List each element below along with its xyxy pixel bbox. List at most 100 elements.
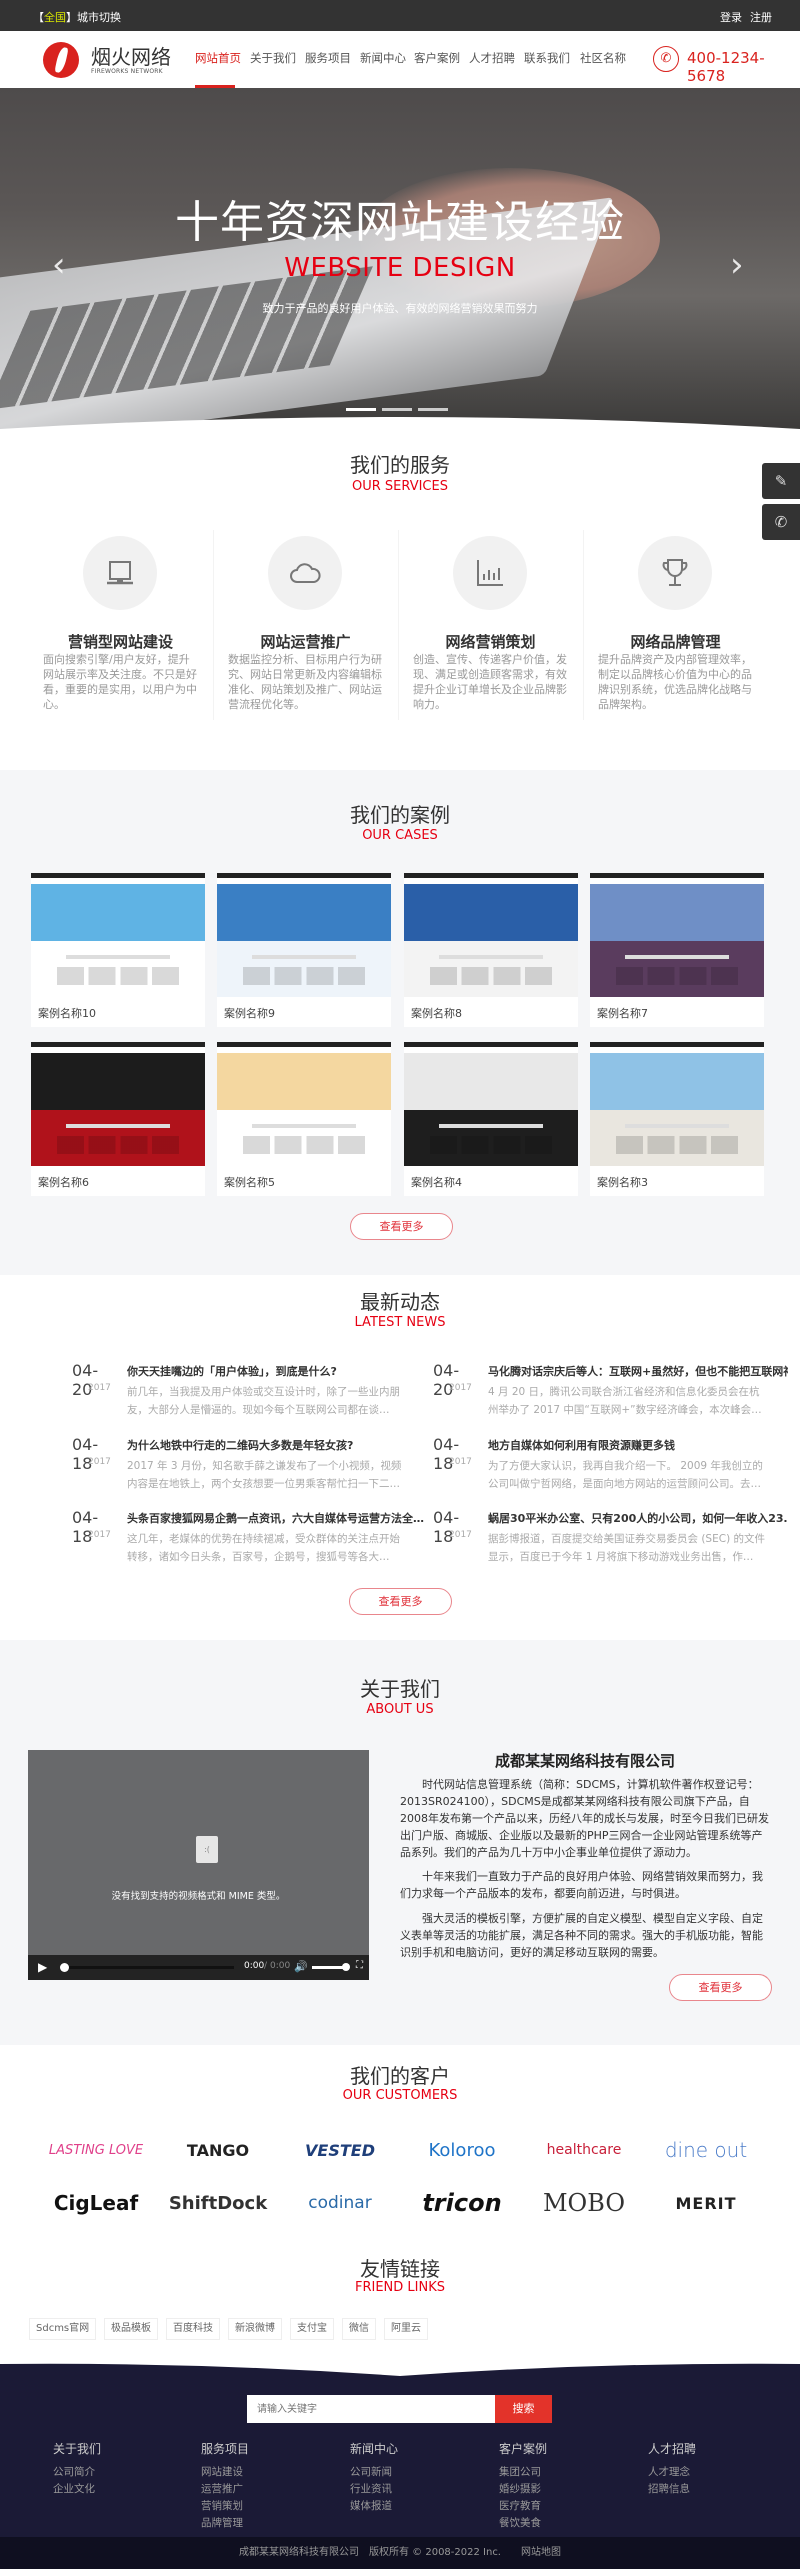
cases-more-button[interactable]: 查看更多 xyxy=(350,1213,453,1240)
friend-link[interactable]: 百度科技 xyxy=(166,2318,220,2340)
case-thumbnail[interactable] xyxy=(404,873,578,997)
footer-link[interactable]: 集团公司 xyxy=(499,2464,541,2479)
service-card[interactable]: 网站运营推广 数据监控分析、目标用户行为研究、网站日常更新及内容编辑标准化、网站策… xyxy=(213,536,398,726)
news-date: 04-18 xyxy=(72,1435,99,1473)
nav-item[interactable]: 服务项目 xyxy=(305,50,351,66)
footer-link[interactable]: 公司新闻 xyxy=(350,2464,392,2479)
hero-title: 十年资深网站建设经验 xyxy=(175,197,625,248)
footer-link[interactable]: 网站建设 xyxy=(201,2464,243,2479)
case-thumbnail[interactable] xyxy=(31,873,205,997)
customer-logo: codinar xyxy=(308,2193,372,2213)
footer-link[interactable]: 行业资讯 xyxy=(350,2481,392,2496)
nav-item[interactable]: 网站首页 xyxy=(195,50,241,66)
video-player[interactable]: :( 没有找到支持的视频格式和 MIME 类型。 ▶ 0:00 / 0:00 🔊… xyxy=(28,1750,369,1980)
slide-dot[interactable] xyxy=(346,408,376,411)
case-card[interactable]: 案例名称8 xyxy=(404,873,578,1027)
footer-link[interactable]: 餐饮美食 xyxy=(499,2515,541,2530)
volume-handle[interactable] xyxy=(342,1963,350,1971)
nav-item[interactable]: 关于我们 xyxy=(250,50,296,66)
case-thumbnail[interactable] xyxy=(31,1042,205,1166)
volume-icon[interactable]: 🔊 xyxy=(294,1960,308,1973)
register-link[interactable]: 注册 xyxy=(750,9,772,25)
news-title[interactable]: 马化腾对话宗庆后等人：互联网+虽然好，但也不能把互联网神 xyxy=(488,1363,788,1379)
logo-icon[interactable] xyxy=(43,42,79,78)
news-title[interactable]: 蜗居30平米办公室、只有200人的小公司，如何一年收入23… xyxy=(488,1510,788,1526)
case-card[interactable]: 案例名称3 xyxy=(590,1042,764,1196)
news-year: 2017 xyxy=(449,1457,472,1467)
nav-item[interactable]: 联系我们 xyxy=(524,50,570,66)
footer-link[interactable]: 品牌管理 xyxy=(201,2515,243,2530)
news-title[interactable]: 你天天挂嘴边的「用户体验」，到底是什么? xyxy=(127,1363,427,1379)
thumbnail-blocks xyxy=(430,967,552,985)
logo-name[interactable]: 烟火网络 xyxy=(91,41,171,70)
news-title[interactable]: 为什么地铁中行走的二维码大多数是年轻女孩? xyxy=(127,1437,427,1453)
prev-slide-icon[interactable]: ‹ xyxy=(52,248,66,282)
friend-link[interactable]: 新浪微博 xyxy=(228,2318,282,2340)
case-card[interactable]: 案例名称5 xyxy=(217,1042,391,1196)
case-card[interactable]: 案例名称10 xyxy=(31,873,205,1027)
sitemap-link[interactable]: 网站地图 xyxy=(521,2547,561,2558)
service-card[interactable]: 营销型网站建设 面向搜索引擎/用户友好，提升网站展示率及关注度。不只是好看，重要的… xyxy=(28,536,213,726)
case-name[interactable]: 案例名称3 xyxy=(597,1174,648,1190)
case-thumbnail[interactable] xyxy=(217,1042,391,1166)
case-name[interactable]: 案例名称8 xyxy=(411,1005,462,1021)
case-name[interactable]: 案例名称5 xyxy=(224,1174,275,1190)
services-title: 我们的服务 xyxy=(350,453,450,477)
friend-link[interactable]: 微信 xyxy=(342,2318,376,2340)
case-name[interactable]: 案例名称4 xyxy=(411,1174,462,1190)
friend-link[interactable]: 阿里云 xyxy=(384,2318,428,2340)
nav-item[interactable]: 社区名称 xyxy=(580,50,626,66)
slide-dot[interactable] xyxy=(418,408,448,411)
footer-link[interactable]: 营销策划 xyxy=(201,2498,243,2513)
news-title[interactable]: 地方自媒体如何利用有限资源赚更多钱 xyxy=(488,1437,788,1453)
current-city: 全国 xyxy=(44,11,66,24)
footer-link[interactable]: 公司简介 xyxy=(53,2464,95,2479)
case-card[interactable]: 案例名称9 xyxy=(217,873,391,1027)
friend-link[interactable]: 支付宝 xyxy=(290,2318,334,2340)
service-title: 网站运营推广 xyxy=(260,633,351,651)
case-thumbnail[interactable] xyxy=(590,873,764,997)
service-card[interactable]: 网络品牌管理 提升品牌资产及内部管理效率，制定以品牌核心价值为中心的品牌识别系统，… xyxy=(583,536,768,726)
next-slide-icon[interactable]: › xyxy=(730,248,744,282)
login-link[interactable]: 登录 xyxy=(720,9,742,25)
phone-icon[interactable]: ✆ xyxy=(762,504,800,540)
news-more-button[interactable]: 查看更多 xyxy=(349,1588,452,1615)
footer-link[interactable]: 招聘信息 xyxy=(648,2481,690,2496)
case-thumbnail[interactable] xyxy=(404,1042,578,1166)
friend-link[interactable]: Sdcms官网 xyxy=(29,2318,97,2340)
case-name[interactable]: 案例名称7 xyxy=(597,1005,648,1021)
case-name[interactable]: 案例名称9 xyxy=(224,1005,275,1021)
progress-handle[interactable] xyxy=(60,1963,69,1972)
case-thumbnail[interactable] xyxy=(590,1042,764,1166)
thumbnail-text-line xyxy=(624,954,730,959)
about-more-button[interactable]: 查看更多 xyxy=(669,1974,772,2001)
volume-slider[interactable] xyxy=(312,1966,346,1969)
case-name[interactable]: 案例名称6 xyxy=(38,1174,89,1190)
nav-item[interactable]: 客户案例 xyxy=(414,50,460,66)
progress-bar[interactable] xyxy=(64,1966,234,1969)
search-button[interactable]: 搜索 xyxy=(495,2395,552,2423)
slide-dot[interactable] xyxy=(382,408,412,411)
footer-link[interactable]: 企业文化 xyxy=(53,2481,95,2496)
case-card[interactable]: 案例名称4 xyxy=(404,1042,578,1196)
footer-link[interactable]: 婚纱摄影 xyxy=(499,2481,541,2496)
nav-item[interactable]: 新闻中心 xyxy=(360,50,406,66)
friend-link[interactable]: 极品模板 xyxy=(104,2318,158,2340)
footer-link[interactable]: 运营推广 xyxy=(201,2481,243,2496)
thumbnail-text-line xyxy=(251,954,357,959)
search-input[interactable] xyxy=(247,2395,495,2423)
service-card[interactable]: 网络营销策划 创造、宣传、传递客户价值，发现、满足或创造顾客需求，有效提升企业订单… xyxy=(398,536,583,726)
case-card[interactable]: 案例名称7 xyxy=(590,873,764,1027)
footer-link[interactable]: 医疗教育 xyxy=(499,2498,541,2513)
footer-link[interactable]: 媒体报道 xyxy=(350,2498,392,2513)
news-date: 04-18 xyxy=(72,1508,99,1546)
footer-link[interactable]: 人才理念 xyxy=(648,2464,690,2479)
news-title[interactable]: 头条百家搜狐网易企鹅一点资讯，六大自媒体号运营方法全… xyxy=(127,1510,427,1526)
case-thumbnail[interactable] xyxy=(217,873,391,997)
nav-item[interactable]: 人才招聘 xyxy=(469,50,515,66)
city-switch[interactable]: 【全国】城市切换 xyxy=(33,9,121,25)
case-name[interactable]: 案例名称10 xyxy=(38,1005,96,1021)
case-card[interactable]: 案例名称6 xyxy=(31,1042,205,1196)
fullscreen-icon[interactable]: ⛶ xyxy=(356,1960,363,1971)
play-icon[interactable]: ▶ xyxy=(38,1960,47,1974)
